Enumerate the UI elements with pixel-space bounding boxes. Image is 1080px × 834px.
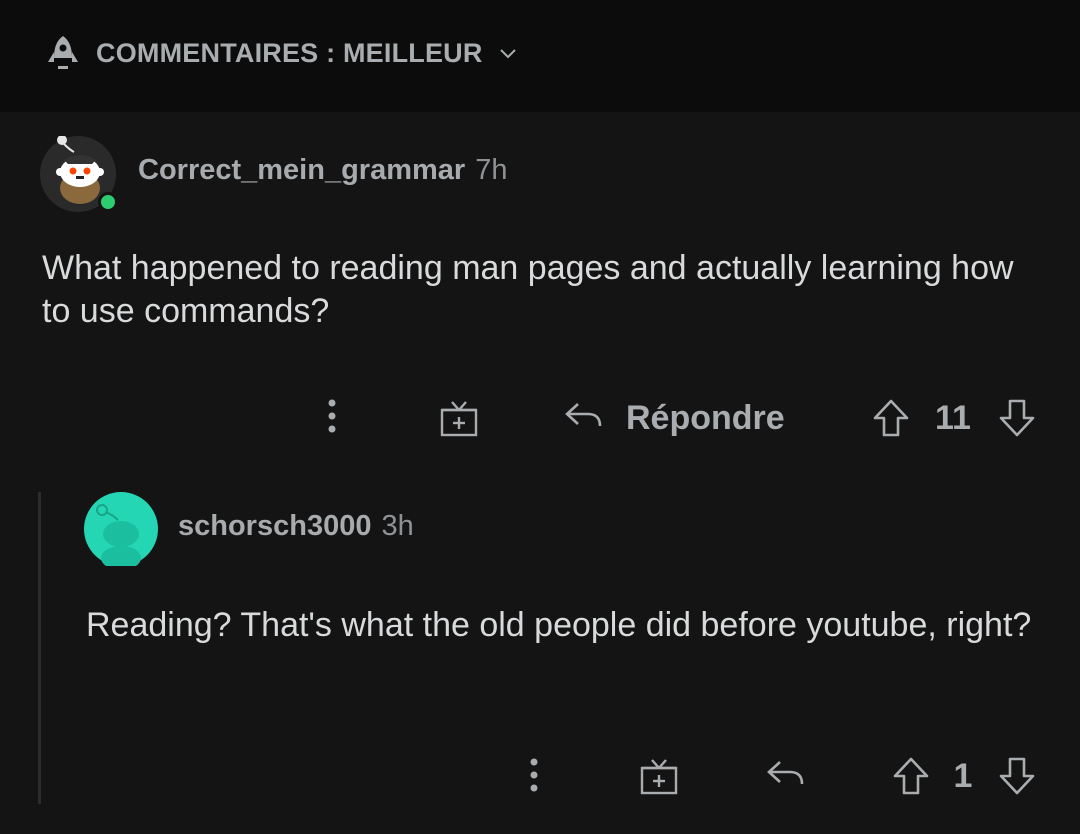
comment-author[interactable]: schorsch3000 3h (178, 510, 414, 543)
downvote-button[interactable] (994, 754, 1040, 798)
comment-thread: Correct_mein_grammar 7h What happened to … (0, 112, 1080, 834)
chevron-down-icon (499, 49, 516, 59)
downvote-arrow-icon (999, 399, 1035, 437)
reply-label[interactable]: Répondre (626, 399, 785, 438)
upvote-arrow-icon (893, 757, 929, 795)
rocket-icon (48, 36, 78, 69)
vote-score: 11 (935, 399, 971, 437)
more-options-button[interactable] (514, 755, 554, 795)
sort-label: COMMENTAIRES : MEILLEUR (96, 37, 483, 68)
username[interactable]: schorsch3000 (178, 510, 371, 542)
comment-time: 7h (475, 154, 508, 186)
comment-body: What happened to reading man pages and a… (42, 249, 1014, 330)
reply-button[interactable] (762, 754, 808, 794)
snoo-avatar-icon (84, 492, 158, 570)
comment-body: Reading? That's what the old people did … (86, 606, 1032, 644)
gift-icon (640, 759, 678, 795)
online-status-indicator (98, 192, 118, 212)
upvote-button[interactable] (888, 754, 934, 798)
username[interactable]: Correct_mein_grammar (138, 154, 465, 186)
comment-author[interactable]: Correct_mein_grammar 7h (138, 154, 507, 187)
upvote-arrow-icon (873, 399, 909, 437)
more-options-button[interactable] (312, 396, 352, 436)
comment-time: 3h (381, 510, 414, 542)
reply-arrow-icon (565, 403, 602, 427)
sort-dropdown[interactable]: COMMENTAIRES : MEILLEUR (42, 30, 519, 76)
upvote-button[interactable] (868, 396, 914, 440)
avatar[interactable] (84, 492, 158, 570)
more-vertical-icon (530, 758, 538, 792)
sort-bar: COMMENTAIRES : MEILLEUR (0, 0, 1080, 112)
more-vertical-icon (328, 399, 336, 433)
award-button[interactable] (636, 754, 682, 798)
avatar[interactable] (40, 135, 118, 212)
downvote-button[interactable] (994, 396, 1040, 440)
thread-collapse-line[interactable] (38, 492, 41, 804)
reply-arrow-icon (767, 761, 804, 785)
downvote-arrow-icon (999, 757, 1035, 795)
award-button[interactable] (436, 396, 482, 440)
gift-icon (440, 401, 478, 437)
reply-button[interactable] (560, 396, 606, 436)
vote-score: 1 (953, 757, 973, 795)
